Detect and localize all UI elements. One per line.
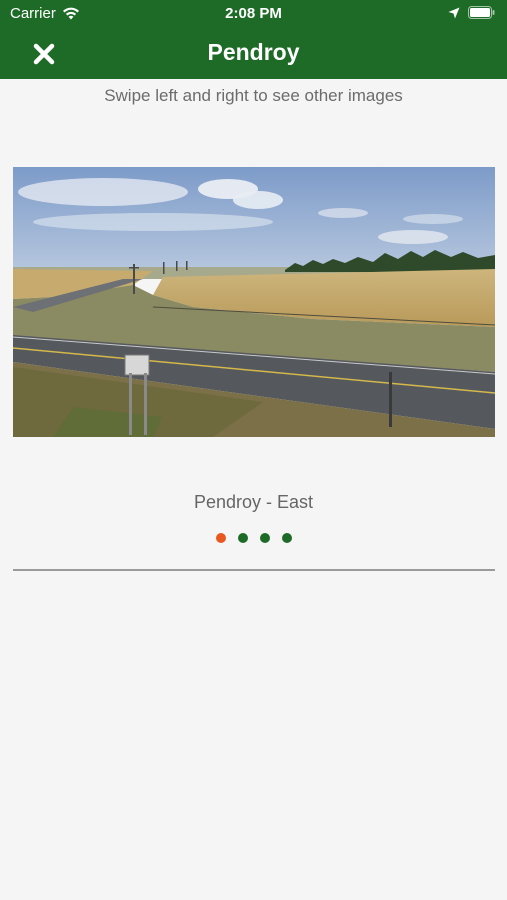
image-caption: Pendroy - East bbox=[193, 492, 314, 512]
page-dot-3[interactable] bbox=[259, 533, 270, 543]
page-dot-1[interactable] bbox=[215, 533, 226, 543]
page-dot-4[interactable] bbox=[281, 533, 292, 543]
close-icon bbox=[33, 43, 55, 65]
divider bbox=[13, 569, 495, 571]
location-arrow-icon bbox=[448, 7, 460, 18]
page-title: Pendroy bbox=[207, 39, 300, 65]
camera-image[interactable] bbox=[13, 167, 495, 437]
status-right-icons bbox=[448, 6, 495, 19]
page-indicator bbox=[0, 533, 507, 543]
status-bar: Carrier 2:08 PM bbox=[0, 0, 507, 28]
camera-image-scene bbox=[13, 167, 495, 437]
battery-icon bbox=[468, 6, 495, 19]
page-dot-2[interactable] bbox=[237, 533, 248, 543]
close-button[interactable] bbox=[28, 38, 60, 70]
swipe-hint: Swipe left and right to see other images bbox=[104, 86, 403, 105]
status-time: 2:08 PM bbox=[225, 5, 282, 22]
nav-bar: Pendroy bbox=[0, 28, 507, 79]
